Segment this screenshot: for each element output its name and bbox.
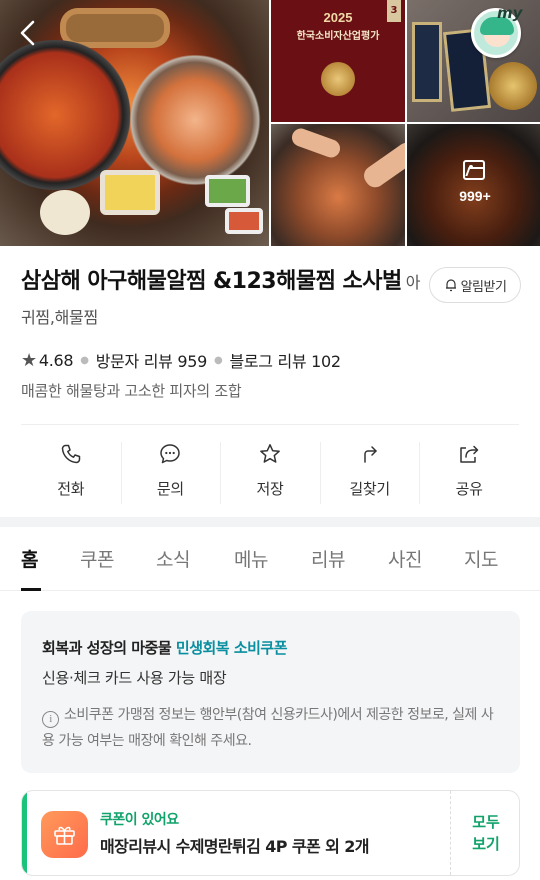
award-title: 한국소비자산업평가 — [296, 31, 380, 42]
coupon-card[interactable]: 쿠폰이 있어요 매장리뷰시 수제명란튀김 4P 쿠폰 외 2개 모두 보기 — [21, 790, 520, 876]
separator-dot: ● — [214, 354, 223, 366]
coupon-info-notice: i 소비쿠폰 가맹점 정보는 행안부(참여 신용카드사)에서 제공한 정보로, 실… — [42, 702, 502, 754]
my-label[interactable]: my — [497, 4, 522, 22]
coupon-info-highlight[interactable]: 민생회복 소비쿠폰 — [176, 639, 288, 657]
share-icon — [460, 445, 479, 463]
coupon-info-card-type: 신용·체크 카드 사용 가능 매장 — [42, 669, 227, 687]
tab-menu[interactable]: 메뉴 — [234, 545, 268, 572]
place-title: 삼삼해 아구해물알찜 &123해물찜 소사벌 아귀찜,해물찜 — [21, 265, 421, 335]
coupon-info-heading: 회복과 성장의 마중물 민생회복 소비쿠폰 — [42, 637, 288, 658]
award-year: 2025 — [323, 10, 353, 25]
call-button[interactable]: 전화 — [21, 425, 121, 517]
rating-value: 4.68 — [38, 350, 74, 370]
bell-plus-icon — [445, 279, 456, 292]
view-all-line2: 보기 — [472, 835, 500, 853]
notify-button[interactable]: 알림받기 — [429, 267, 521, 303]
coupon-info-prefix: 회복과 성장의 마중물 — [42, 639, 172, 657]
tab-bar: 홈 쿠폰 소식 메뉴 리뷰 사진 지도 — [0, 527, 540, 591]
tab-review[interactable]: 리뷰 — [311, 545, 345, 572]
cooking-photo[interactable] — [271, 124, 405, 246]
coupon-info-notice-text: 소비쿠폰 가맹점 정보는 행안부(참여 신용카드사)에서 제공한 정보로, 실제… — [42, 707, 494, 749]
coupon-card-title: 쿠폰이 있어요 — [100, 812, 179, 828]
info-icon: i — [42, 711, 59, 728]
chat-icon — [160, 444, 181, 464]
notify-label: 알림받기 — [460, 279, 507, 295]
back-button[interactable] — [12, 16, 46, 50]
star-icon — [260, 444, 280, 463]
tab-coupon[interactable]: 쿠폰 — [80, 545, 114, 572]
separator-dot: ● — [80, 354, 89, 366]
share-label: 공유 — [455, 480, 483, 498]
active-tab-indicator — [21, 588, 41, 591]
call-label: 전화 — [57, 480, 85, 498]
tab-map[interactable]: 지도 — [464, 545, 498, 572]
award-photo[interactable]: 3 2025 한국소비자산업평가 — [271, 0, 405, 122]
place-name: 삼삼해 아구해물알찜 &123해물찜 소사벌 — [21, 269, 402, 294]
consumption-coupon-info: 회복과 성장의 마중물 민생회복 소비쿠폰 신용·체크 카드 사용 가능 매장 … — [21, 611, 520, 773]
directions-button[interactable]: 길찾기 — [319, 425, 420, 517]
visitor-reviews-link[interactable]: 방문자 리뷰 959 — [96, 348, 208, 372]
view-all-line1: 모두 — [472, 813, 500, 831]
tab-photo[interactable]: 사진 — [388, 545, 422, 572]
tab-home[interactable]: 홈 — [21, 545, 38, 572]
coupon-accent-bar — [22, 791, 27, 875]
inquiry-button[interactable]: 문의 — [120, 425, 221, 517]
phone-icon — [61, 444, 81, 464]
more-photos-count: 999+ — [459, 188, 491, 204]
award-medal-icon — [321, 62, 355, 96]
photo-gallery[interactable]: 3 2025 한국소비자산업평가 999+ my — [0, 0, 540, 246]
coupon-card-text: 매장리뷰시 수제명란튀김 4P 쿠폰 외 2개 — [100, 837, 369, 856]
place-stats: ★ 4.68 ● 방문자 리뷰 959 ● 블로그 리뷰 102 — [21, 348, 341, 372]
rating-star-icon: ★ — [21, 349, 37, 371]
coupon-separator — [450, 791, 451, 875]
tab-news[interactable]: 소식 — [156, 545, 190, 572]
directions-icon — [363, 446, 377, 463]
gift-icon — [41, 811, 88, 858]
blog-reviews-link[interactable]: 블로그 리뷰 102 — [229, 348, 341, 372]
inquiry-label: 문의 — [156, 480, 184, 498]
view-all-coupons-button[interactable]: 모두 보기 — [452, 811, 519, 855]
share-button[interactable]: 공유 — [419, 425, 519, 517]
directions-label: 길찾기 — [349, 480, 390, 498]
place-description: 매콤한 해물탕과 고소한 피자의 조합 — [21, 382, 242, 400]
section-divider — [0, 517, 540, 527]
more-photos-tile[interactable] — [407, 124, 540, 246]
chevron-left-icon — [20, 20, 35, 46]
save-label: 저장 — [256, 480, 284, 498]
action-bar: 전화 문의 저장 길찾기 공유 — [21, 425, 519, 517]
image-icon — [463, 160, 485, 180]
save-button[interactable]: 저장 — [220, 425, 320, 517]
